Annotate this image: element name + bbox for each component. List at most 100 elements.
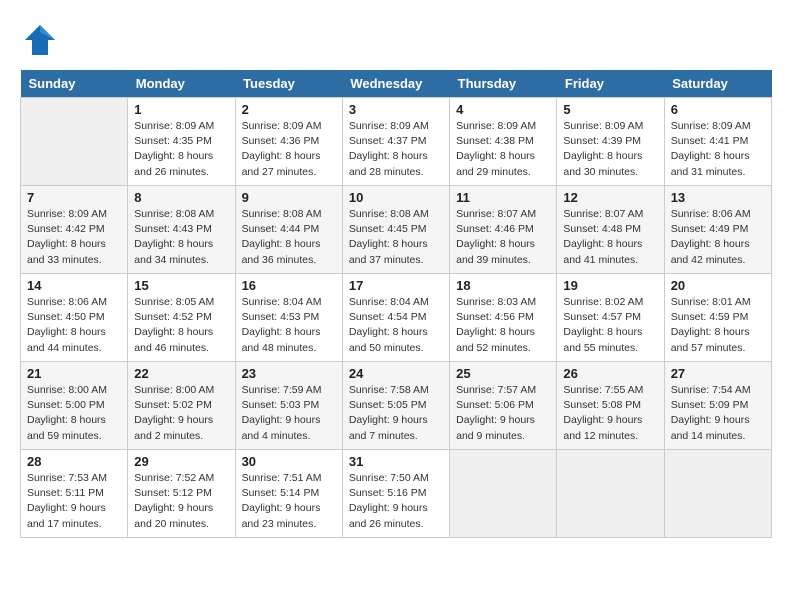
day-number: 12: [563, 190, 657, 205]
day-cell: [664, 450, 771, 538]
day-cell: 29 Sunrise: 7:52 AMSunset: 5:12 PMDayligh…: [128, 450, 235, 538]
day-cell: 1Sunrise: 8:09 AMSunset: 4:35 PMDaylight…: [128, 98, 235, 186]
day-detail: Sunrise: 8:07 AMSunset: 4:46 PMDaylight:…: [456, 207, 550, 268]
day-number: 2: [242, 102, 336, 117]
day-detail: Sunrise: 8:09 AMSunset: 4:41 PMDaylight:…: [671, 119, 765, 180]
week-row-1: 1Sunrise: 8:09 AMSunset: 4:35 PMDaylight…: [21, 98, 772, 186]
day-number: 11: [456, 190, 550, 205]
day-detail: Sunrise: 8:02 AMSunset: 4:57 PMDaylight:…: [563, 295, 657, 356]
day-number: 20: [671, 278, 765, 293]
day-detail: Sunrise: 8:04 AMSunset: 4:54 PMDaylight:…: [349, 295, 443, 356]
day-number: 19: [563, 278, 657, 293]
column-header-sunday: Sunday: [21, 70, 128, 98]
day-cell: [450, 450, 557, 538]
column-header-saturday: Saturday: [664, 70, 771, 98]
day-number: 23: [242, 366, 336, 381]
day-number: 8: [134, 190, 228, 205]
column-header-tuesday: Tuesday: [235, 70, 342, 98]
day-cell: [557, 450, 664, 538]
day-number: 1: [134, 102, 228, 117]
day-number: 21: [27, 366, 121, 381]
day-detail: Sunrise: 8:05 AMSunset: 4:52 PMDaylight:…: [134, 295, 228, 356]
day-cell: 17 Sunrise: 8:04 AMSunset: 4:54 PMDayligh…: [342, 274, 449, 362]
day-cell: 6 Sunrise: 8:09 AMSunset: 4:41 PMDaylight…: [664, 98, 771, 186]
day-detail: Sunrise: 7:53 AMSunset: 5:11 PMDaylight:…: [27, 471, 121, 532]
column-header-thursday: Thursday: [450, 70, 557, 98]
day-number: 4: [456, 102, 550, 117]
day-number: 22: [134, 366, 228, 381]
day-cell: 24 Sunrise: 7:58 AMSunset: 5:05 PMDayligh…: [342, 362, 449, 450]
day-number: 25: [456, 366, 550, 381]
day-number: 24: [349, 366, 443, 381]
day-number: 27: [671, 366, 765, 381]
day-cell: 12 Sunrise: 8:07 AMSunset: 4:48 PMDayligh…: [557, 186, 664, 274]
day-cell: 25 Sunrise: 7:57 AMSunset: 5:06 PMDayligh…: [450, 362, 557, 450]
day-detail: Sunrise: 7:57 AMSunset: 5:06 PMDaylight:…: [456, 383, 550, 444]
day-detail: Sunrise: 8:09 AMSunset: 4:42 PMDaylight:…: [27, 207, 121, 268]
week-row-4: 21 Sunrise: 8:00 AMSunset: 5:00 PMDayligh…: [21, 362, 772, 450]
day-detail: Sunrise: 8:08 AMSunset: 4:44 PMDaylight:…: [242, 207, 336, 268]
day-cell: 5Sunrise: 8:09 AMSunset: 4:39 PMDaylight…: [557, 98, 664, 186]
day-cell: 18Sunrise: 8:03 AMSunset: 4:56 PMDayligh…: [450, 274, 557, 362]
day-cell: 7 Sunrise: 8:09 AMSunset: 4:42 PMDaylight…: [21, 186, 128, 274]
day-detail: Sunrise: 7:55 AMSunset: 5:08 PMDaylight:…: [563, 383, 657, 444]
day-detail: Sunrise: 8:09 AMSunset: 4:38 PMDaylight:…: [456, 119, 550, 180]
day-number: 7: [27, 190, 121, 205]
week-row-3: 14 Sunrise: 8:06 AMSunset: 4:50 PMDayligh…: [21, 274, 772, 362]
day-number: 26: [563, 366, 657, 381]
day-detail: Sunrise: 7:58 AMSunset: 5:05 PMDaylight:…: [349, 383, 443, 444]
day-detail: Sunrise: 8:09 AMSunset: 4:36 PMDaylight:…: [242, 119, 336, 180]
day-cell: 13 Sunrise: 8:06 AMSunset: 4:49 PMDayligh…: [664, 186, 771, 274]
page-header: [20, 20, 772, 60]
day-cell: 4 Sunrise: 8:09 AMSunset: 4:38 PMDaylight…: [450, 98, 557, 186]
week-row-5: 28 Sunrise: 7:53 AMSunset: 5:11 PMDayligh…: [21, 450, 772, 538]
day-number: 13: [671, 190, 765, 205]
day-cell: 2 Sunrise: 8:09 AMSunset: 4:36 PMDaylight…: [235, 98, 342, 186]
day-detail: Sunrise: 7:52 AMSunset: 5:12 PMDaylight:…: [134, 471, 228, 532]
day-number: 3: [349, 102, 443, 117]
day-detail: Sunrise: 8:07 AMSunset: 4:48 PMDaylight:…: [563, 207, 657, 268]
logo: [20, 20, 65, 60]
day-number: 30: [242, 454, 336, 469]
day-number: 6: [671, 102, 765, 117]
day-cell: 16 Sunrise: 8:04 AMSunset: 4:53 PMDayligh…: [235, 274, 342, 362]
day-detail: Sunrise: 8:06 AMSunset: 4:50 PMDaylight:…: [27, 295, 121, 356]
column-header-monday: Monday: [128, 70, 235, 98]
day-cell: 8 Sunrise: 8:08 AMSunset: 4:43 PMDaylight…: [128, 186, 235, 274]
day-cell: 3 Sunrise: 8:09 AMSunset: 4:37 PMDaylight…: [342, 98, 449, 186]
day-detail: Sunrise: 7:50 AMSunset: 5:16 PMDaylight:…: [349, 471, 443, 532]
day-number: 16: [242, 278, 336, 293]
calendar-table: SundayMondayTuesdayWednesdayThursdayFrid…: [20, 70, 772, 538]
calendar-header-row: SundayMondayTuesdayWednesdayThursdayFrid…: [21, 70, 772, 98]
day-cell: 23Sunrise: 7:59 AMSunset: 5:03 PMDayligh…: [235, 362, 342, 450]
day-cell: 14 Sunrise: 8:06 AMSunset: 4:50 PMDayligh…: [21, 274, 128, 362]
day-cell: 28 Sunrise: 7:53 AMSunset: 5:11 PMDayligh…: [21, 450, 128, 538]
day-number: 10: [349, 190, 443, 205]
day-detail: Sunrise: 8:08 AMSunset: 4:45 PMDaylight:…: [349, 207, 443, 268]
day-cell: 20 Sunrise: 8:01 AMSunset: 4:59 PMDayligh…: [664, 274, 771, 362]
day-cell: 19 Sunrise: 8:02 AMSunset: 4:57 PMDayligh…: [557, 274, 664, 362]
column-header-friday: Friday: [557, 70, 664, 98]
day-detail: Sunrise: 8:06 AMSunset: 4:49 PMDaylight:…: [671, 207, 765, 268]
day-detail: Sunrise: 8:00 AMSunset: 5:02 PMDaylight:…: [134, 383, 228, 444]
day-detail: Sunrise: 8:08 AMSunset: 4:43 PMDaylight:…: [134, 207, 228, 268]
day-detail: Sunrise: 8:00 AMSunset: 5:00 PMDaylight:…: [27, 383, 121, 444]
day-number: 14: [27, 278, 121, 293]
day-detail: Sunrise: 7:51 AMSunset: 5:14 PMDaylight:…: [242, 471, 336, 532]
day-number: 15: [134, 278, 228, 293]
column-header-wednesday: Wednesday: [342, 70, 449, 98]
day-cell: 15 Sunrise: 8:05 AMSunset: 4:52 PMDayligh…: [128, 274, 235, 362]
day-cell: 22 Sunrise: 8:00 AMSunset: 5:02 PMDayligh…: [128, 362, 235, 450]
day-number: 9: [242, 190, 336, 205]
day-number: 17: [349, 278, 443, 293]
day-detail: Sunrise: 8:09 AMSunset: 4:37 PMDaylight:…: [349, 119, 443, 180]
logo-icon: [20, 20, 60, 60]
day-number: 29: [134, 454, 228, 469]
day-detail: Sunrise: 8:04 AMSunset: 4:53 PMDaylight:…: [242, 295, 336, 356]
day-cell: 10 Sunrise: 8:08 AMSunset: 4:45 PMDayligh…: [342, 186, 449, 274]
day-cell: 30 Sunrise: 7:51 AMSunset: 5:14 PMDayligh…: [235, 450, 342, 538]
day-detail: Sunrise: 8:01 AMSunset: 4:59 PMDaylight:…: [671, 295, 765, 356]
day-cell: 26 Sunrise: 7:55 AMSunset: 5:08 PMDayligh…: [557, 362, 664, 450]
day-number: 18: [456, 278, 550, 293]
day-number: 28: [27, 454, 121, 469]
